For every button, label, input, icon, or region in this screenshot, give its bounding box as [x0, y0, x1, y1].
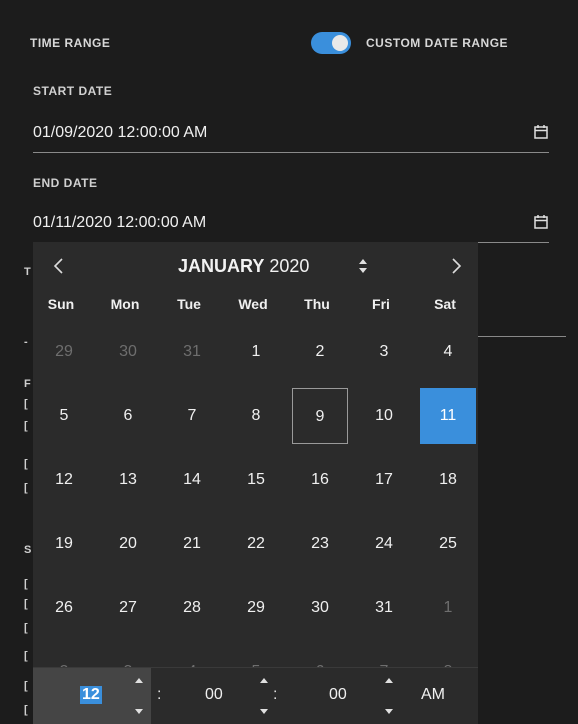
time-range-label: TIME RANGE — [30, 36, 111, 50]
weekday-header: Sun — [47, 296, 75, 312]
month-label: JANUARY — [178, 256, 265, 276]
seconds-value[interactable]: 00 — [329, 686, 347, 704]
day-cell[interactable]: 21 — [164, 516, 220, 572]
custom-date-range-toggle[interactable] — [311, 32, 351, 54]
day-cell[interactable]: 28 — [164, 580, 220, 636]
time-picker: 12 : 00 : 00 AM — [33, 667, 478, 724]
day-cell[interactable]: 25 — [420, 516, 476, 572]
day-cell[interactable]: 24 — [356, 516, 412, 572]
day-cell[interactable]: 3 — [356, 324, 412, 380]
day-cell[interactable]: 15 — [228, 452, 284, 508]
day-cell[interactable]: 27 — [100, 580, 156, 636]
weekday-header: Sat — [434, 296, 456, 312]
calendar-icon[interactable] — [533, 214, 549, 230]
hours-spinner-icon[interactable] — [133, 676, 145, 716]
day-cell[interactable]: 2 — [292, 324, 348, 380]
toggle-knob — [332, 35, 348, 51]
minutes-value[interactable]: 00 — [205, 686, 223, 704]
day-cell[interactable]: 12 — [36, 452, 92, 508]
time-separator: : — [273, 686, 278, 703]
hours-value[interactable]: 12 — [80, 686, 102, 704]
chevron-left-icon[interactable] — [49, 256, 69, 276]
selected-day-cell[interactable]: 11 — [420, 388, 476, 444]
today-day-cell[interactable]: 9 — [292, 388, 348, 444]
day-cell[interactable]: 7 — [164, 388, 220, 444]
weekday-header: Thu — [304, 296, 330, 312]
start-date-value: 01/09/2020 12:00:00 AM — [33, 124, 208, 141]
calendar-icon[interactable] — [533, 124, 549, 140]
time-separator: : — [157, 686, 162, 703]
day-cell[interactable]: 17 — [356, 452, 412, 508]
weekday-header: Tue — [177, 296, 201, 312]
day-cell[interactable]: 6 — [100, 388, 156, 444]
end-date-label: END DATE — [33, 176, 98, 190]
day-cell[interactable]: 1 — [420, 580, 476, 636]
day-cell[interactable]: 13 — [100, 452, 156, 508]
weekday-header: Mon — [110, 296, 140, 312]
seconds-spinner-icon[interactable] — [383, 676, 395, 716]
year-label: 2020 — [269, 256, 310, 276]
chevron-right-icon[interactable] — [446, 256, 466, 276]
start-date-field[interactable]: 01/09/2020 12:00:00 AM — [33, 118, 549, 153]
day-cell[interactable]: 29 — [36, 324, 92, 380]
day-cell[interactable]: 30 — [100, 324, 156, 380]
day-cell[interactable]: 20 — [100, 516, 156, 572]
day-cell[interactable]: 26 — [36, 580, 92, 636]
day-cell[interactable]: 23 — [292, 516, 348, 572]
end-date-field[interactable]: 01/11/2020 12:00:00 AM — [33, 208, 549, 243]
day-cell[interactable]: 1 — [228, 324, 284, 380]
day-cell[interactable]: 14 — [164, 452, 220, 508]
day-cell[interactable]: 19 — [36, 516, 92, 572]
calendar-header: JANUARY 2020 — [33, 242, 478, 286]
weekday-header-row: Sun Mon Tue Wed Thu Fri Sat — [33, 296, 478, 318]
day-cell[interactable]: 31 — [164, 324, 220, 380]
weekday-header: Wed — [238, 296, 268, 312]
month-year-label[interactable]: JANUARY 2020 — [178, 256, 309, 277]
day-cell[interactable]: 22 — [228, 516, 284, 572]
day-cell[interactable]: 31 — [356, 580, 412, 636]
weekday-header: Fri — [372, 296, 390, 312]
year-spinner-icon[interactable] — [357, 256, 369, 276]
calendar-popup: JANUARY 2020 Sun Mon Tue Wed Thu Fri Sat 29 30 3… — [33, 242, 478, 724]
day-cell[interactable]: 8 — [228, 388, 284, 444]
day-cell[interactable]: 5 — [36, 388, 92, 444]
day-cell[interactable]: 18 — [420, 452, 476, 508]
day-cell[interactable]: 10 — [356, 388, 412, 444]
custom-date-range-label: CUSTOM DATE RANGE — [366, 36, 509, 50]
background-divider — [478, 336, 566, 337]
minutes-spinner-icon[interactable] — [258, 676, 270, 716]
end-date-value: 01/11/2020 12:00:00 AM — [33, 214, 207, 231]
day-cell[interactable]: 30 — [292, 580, 348, 636]
day-cell[interactable]: 29 — [228, 580, 284, 636]
day-cell[interactable]: 16 — [292, 452, 348, 508]
ampm-value[interactable]: AM — [421, 686, 445, 704]
time-range-panel: TIME RANGE CUSTOM DATE RANGE START DATE … — [0, 0, 578, 724]
start-date-label: START DATE — [33, 84, 113, 98]
day-cell[interactable]: 4 — [420, 324, 476, 380]
